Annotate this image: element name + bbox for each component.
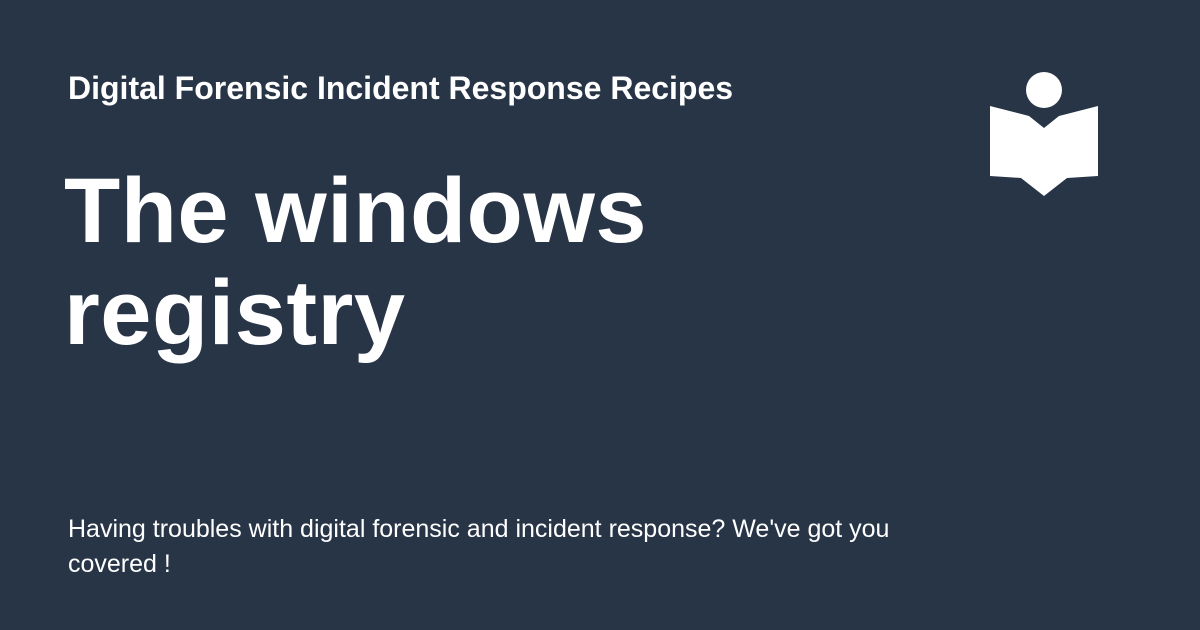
page-description: Having troubles with digital forensic an… (68, 515, 890, 578)
book-reader-icon (990, 72, 1098, 196)
page-title: The windows registry (64, 160, 648, 364)
site-title: Digital Forensic Incident Response Recip… (68, 70, 734, 106)
